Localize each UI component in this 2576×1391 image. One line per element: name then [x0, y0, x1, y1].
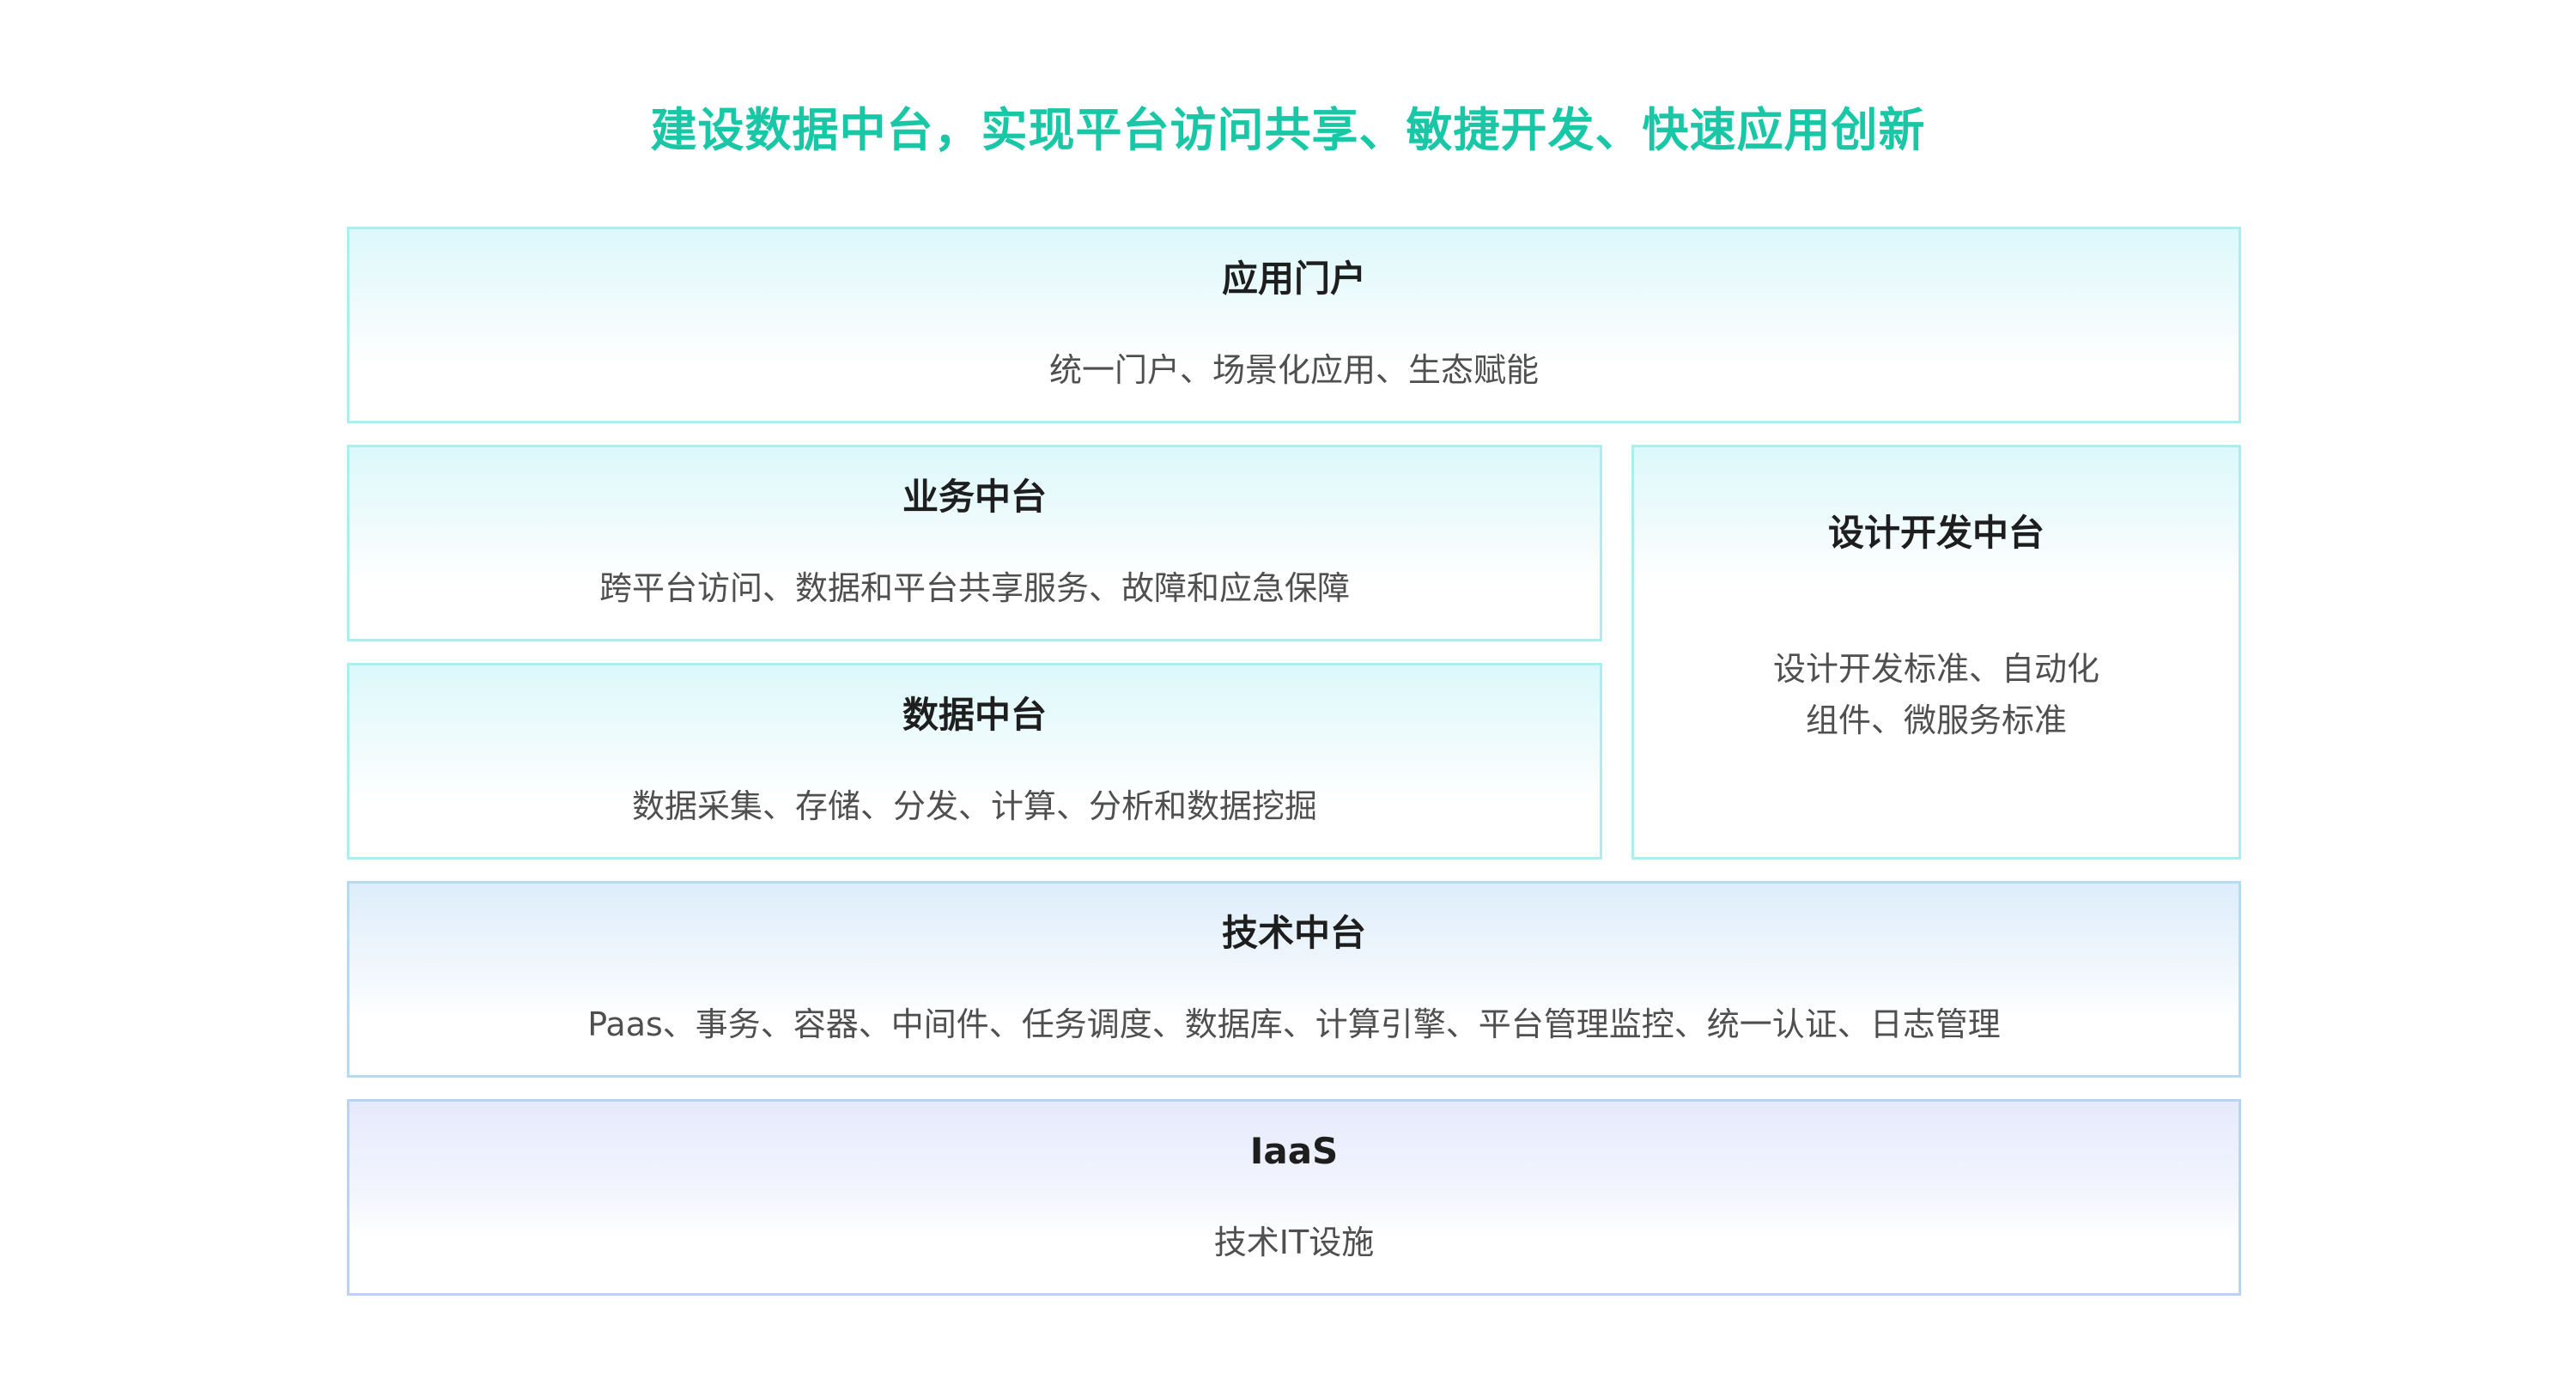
layer-app-portal-desc: 统一门户、场景化应用、生态赋能 — [1048, 351, 1539, 389]
layer-data-platform-desc: 数据采集、存储、分发、计算、分析和数据挖掘 — [631, 787, 1317, 825]
layer-design-dev-platform-title: 设计开发中台 — [1827, 512, 2044, 554]
layer-iaas: IaaS 技术IT设施 — [347, 1099, 2241, 1296]
layer-tech-platform-desc: Paas、事务、容器、中间件、任务调度、数据库、计算引擎、平台管理监控、统一认证… — [587, 1005, 2001, 1043]
layer-business-platform: 业务中台 跨平台访问、数据和平台共享服务、故障和应急保障 — [347, 445, 1602, 641]
layer-business-platform-desc: 跨平台访问、数据和平台共享服务、故障和应急保障 — [598, 569, 1350, 607]
layer-data-platform: 数据中台 数据采集、存储、分发、计算、分析和数据挖掘 — [347, 663, 1602, 860]
diagram-headline: 建设数据中台，实现平台访问共享、敏捷开发、快速应用创新 — [650, 103, 1926, 157]
layer-design-dev-platform-desc: 设计开发标准、自动化 组件、微服务标准 — [1772, 650, 2099, 739]
layer-tech-platform-title: 技术中台 — [1221, 912, 1366, 954]
layer-iaas-title: IaaS — [1249, 1130, 1339, 1172]
layer-business-platform-title: 业务中台 — [902, 476, 1047, 518]
layer-design-dev-platform: 设计开发中台 设计开发标准、自动化 组件、微服务标准 — [1631, 445, 2241, 860]
layer-tech-platform: 技术中台 Paas、事务、容器、中间件、任务调度、数据库、计算引擎、平台管理监控… — [347, 881, 2241, 1078]
layer-app-portal-title: 应用门户 — [1221, 258, 1366, 300]
layer-iaas-desc: 技术IT设施 — [1213, 1224, 1375, 1261]
layer-data-platform-title: 数据中台 — [902, 694, 1047, 736]
layer-app-portal: 应用门户 统一门户、场景化应用、生态赋能 — [347, 227, 2241, 423]
